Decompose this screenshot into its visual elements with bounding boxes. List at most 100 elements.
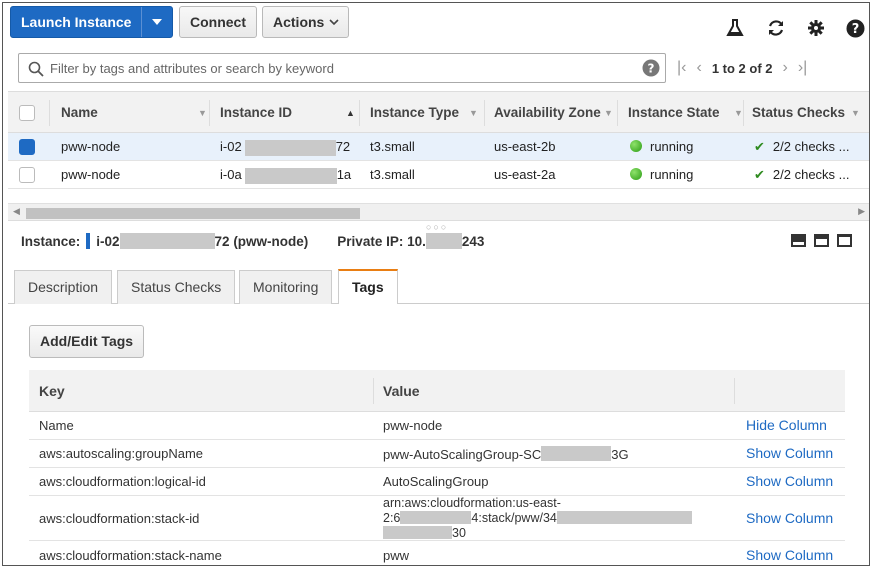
column-instance-id-label: Instance ID: [220, 105, 293, 120]
redaction: [244, 167, 337, 184]
tag-row: Name pww-node Hide Column: [29, 412, 845, 440]
chevron-down-icon[interactable]: [142, 7, 172, 37]
tag-key: aws:cloudformation:stack-name: [39, 548, 222, 563]
row-checkbox[interactable]: [19, 139, 35, 155]
select-all-checkbox[interactable]: [19, 105, 35, 121]
table-row[interactable]: pww-node i-02 72 t3.small us-east-2b runn…: [8, 133, 869, 161]
instance-label: Instance:: [21, 233, 81, 249]
redaction: [383, 526, 452, 539]
tag-value-prefix: pww-AutoScalingGroup-SC: [383, 447, 542, 462]
column-instance-state[interactable]: Instance State ▼: [628, 92, 743, 134]
redaction: [425, 233, 462, 249]
actions-button[interactable]: Actions: [262, 6, 350, 38]
cell-name: pww-node: [61, 167, 121, 182]
redaction: [541, 446, 612, 461]
connect-button[interactable]: Connect: [179, 6, 257, 38]
chevron-down-icon: ▼: [851, 108, 860, 118]
instance-state-text: running: [650, 139, 694, 154]
show-column-link[interactable]: Show Column: [746, 445, 833, 461]
sort-asc-icon: ▲: [346, 108, 355, 118]
tag-key: Name: [39, 418, 74, 433]
check-icon: ✔: [754, 139, 765, 154]
column-status-checks[interactable]: Status Checks ▼: [752, 92, 868, 134]
add-edit-tags-button[interactable]: Add/Edit Tags: [29, 325, 145, 358]
tag-value-suffix: 3G: [611, 447, 629, 462]
chevron-down-icon: ▼: [604, 108, 613, 118]
help-icon[interactable]: ?: [844, 17, 866, 39]
cell-instance-id: i-0a 1a: [220, 161, 351, 188]
tag-row: aws:cloudformation:stack-id arn:aws:clou…: [29, 496, 845, 541]
refresh-icon[interactable]: [765, 17, 787, 39]
redaction: [119, 233, 215, 249]
tags-table-header: Key Value: [29, 370, 845, 412]
launch-instance-button[interactable]: Launch Instance: [10, 6, 174, 38]
next-page-icon[interactable]: ›: [783, 59, 788, 77]
instance-detail-summary: Instance: i-02 72 (pww-node) Private IP:…: [21, 233, 484, 249]
column-instance-type[interactable]: Instance Type ▼: [370, 92, 482, 134]
row-checkbox[interactable]: [19, 167, 35, 183]
tag-key: aws:autoscaling:groupName: [39, 446, 204, 461]
chevron-down-icon: ▼: [469, 108, 478, 118]
redaction: [556, 511, 692, 524]
cell-status-checks: ✔ 2/2 checks ...: [754, 133, 850, 160]
tab-monitoring[interactable]: Monitoring: [239, 270, 333, 304]
column-name[interactable]: Name ▼: [61, 92, 211, 134]
show-column-link[interactable]: Show Column: [746, 547, 833, 563]
layout-split-icon[interactable]: [814, 234, 829, 247]
tag-value: pww: [383, 548, 410, 563]
cell-instance-state: running: [630, 133, 693, 160]
svg-text:?: ?: [648, 62, 655, 76]
instance-id-prefix: i-02: [96, 233, 120, 249]
tag-value-part: 2:6: [383, 511, 401, 525]
first-page-icon[interactable]: |‹: [677, 59, 686, 77]
instance-id-prefix: i-02: [220, 139, 242, 154]
chevron-down-icon: ▼: [198, 108, 207, 118]
column-instance-id[interactable]: Instance ID ▲: [220, 92, 360, 134]
layout-bottom-icon[interactable]: [791, 234, 806, 247]
redaction: [244, 139, 336, 156]
status-checks-text: 2/2 checks ...: [772, 167, 850, 182]
tab-description[interactable]: Description: [14, 270, 113, 304]
tag-value-line: arn:aws:cloudformation:us-east-: [383, 496, 561, 510]
search-bar[interactable]: Filter by tags and attributes or search …: [18, 53, 666, 83]
show-column-link[interactable]: Show Column: [746, 473, 833, 489]
tag-value-part: 30: [452, 526, 466, 540]
tag-row: aws:cloudformation:logical-id AutoScalin…: [29, 468, 845, 496]
check-icon: ✔: [754, 167, 765, 182]
actions-label: Actions: [273, 14, 325, 30]
hide-column-link[interactable]: Hide Column: [746, 417, 827, 433]
gear-icon[interactable]: [805, 17, 827, 39]
scrollbar-thumb[interactable]: [26, 208, 360, 219]
tag-value: arn:aws:cloudformation:us-east- 2:6 4:sta…: [383, 496, 692, 541]
table-row[interactable]: pww-node i-0a 1a t3.small us-east-2a runn…: [8, 161, 869, 189]
selection-marker: [86, 233, 91, 249]
column-availability-zone-label: Availability Zone: [494, 105, 601, 120]
instance-id-prefix: i-0a: [220, 167, 242, 182]
chevron-down-icon: ▼: [734, 108, 743, 118]
status-checks-text: 2/2 checks ...: [772, 139, 850, 154]
cell-instance-id: i-02 72: [220, 133, 350, 160]
running-status-icon: [630, 140, 642, 152]
column-availability-zone[interactable]: Availability Zone ▼: [494, 92, 614, 134]
cell-status-checks: ✔ 2/2 checks ...: [754, 161, 850, 188]
ec2-console: Launch Instance Connect Actions ? Filter…: [2, 2, 870, 566]
private-ip-suffix: 243: [461, 233, 485, 249]
layout-top-icon[interactable]: [837, 234, 852, 247]
tab-status-checks[interactable]: Status Checks: [117, 270, 236, 304]
cell-instance-type: t3.small: [370, 167, 415, 182]
tag-value: pww-AutoScalingGroup-SC 3G: [383, 446, 629, 462]
horizontal-scrollbar[interactable]: ◀ ▶: [8, 203, 869, 221]
show-column-link[interactable]: Show Column: [746, 510, 833, 526]
resize-handle[interactable]: ○○○: [426, 222, 448, 232]
search-input[interactable]: Filter by tags and attributes or search …: [50, 61, 334, 76]
scroll-left-icon[interactable]: ◀: [13, 206, 20, 217]
clear-icon[interactable]: ?: [642, 59, 660, 77]
flask-icon[interactable]: [724, 17, 746, 39]
scroll-right-icon[interactable]: ▶: [858, 206, 865, 217]
launch-instance-label[interactable]: Launch Instance: [11, 7, 143, 37]
instance-id-suffix: 72 (pww-node): [214, 233, 309, 249]
cell-availability-zone: us-east-2b: [494, 139, 556, 154]
last-page-icon[interactable]: ›|: [798, 59, 807, 77]
prev-page-icon[interactable]: ‹: [696, 59, 701, 77]
tab-tags[interactable]: Tags: [338, 269, 398, 304]
